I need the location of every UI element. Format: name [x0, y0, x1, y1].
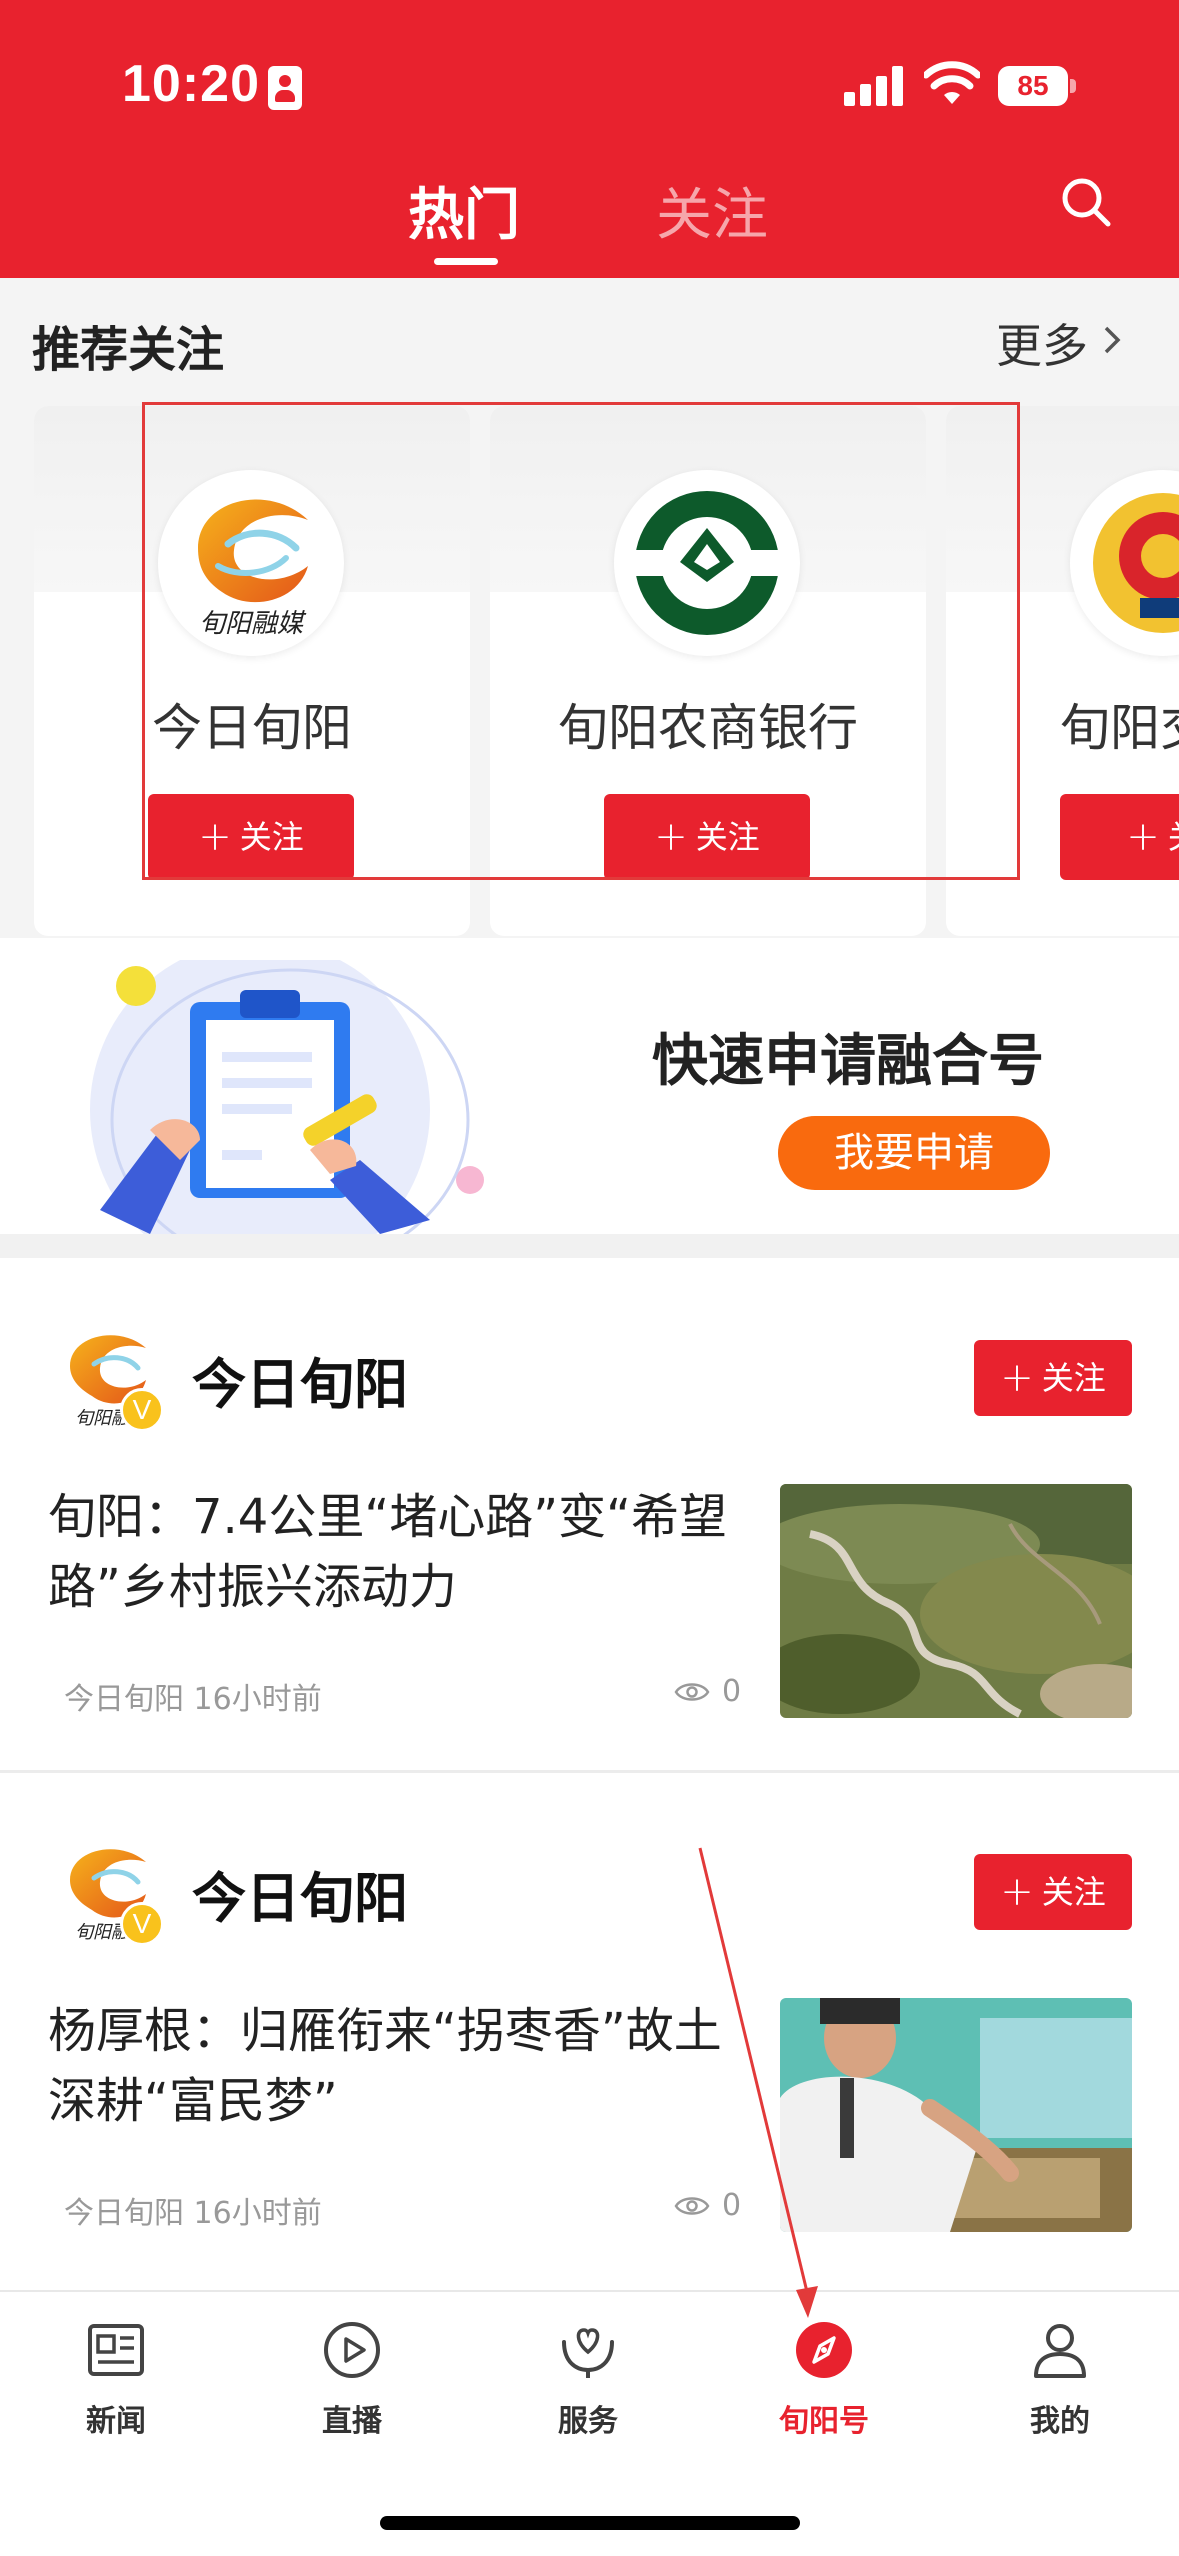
author-name[interactable]: 今日旬阳 — [192, 1854, 408, 1933]
tab-mine[interactable]: 我的 — [980, 2318, 1140, 2440]
article-thumbnail[interactable] — [780, 1484, 1132, 1718]
battery-level: 85 — [998, 66, 1068, 106]
wifi-icon — [924, 61, 980, 104]
recommend-title: 推荐关注 — [32, 322, 225, 378]
compass-icon — [796, 2322, 852, 2378]
article-title[interactable]: 旬阳：7.4公里“堵心路”变“希望路”乡村振兴添动力 — [48, 1482, 748, 1622]
tab-label: 服务 — [558, 2404, 618, 2439]
annotation-highlight-box — [142, 402, 1020, 880]
account-name: 旬阳交 — [1060, 699, 1179, 757]
verified-badge: V — [120, 1388, 164, 1432]
status-time: 10:20 — [122, 55, 260, 113]
clipboard-illustration — [90, 960, 484, 1234]
follow-button[interactable]: + 关注 — [974, 1340, 1132, 1416]
article-thumbnail[interactable] — [780, 1998, 1132, 2232]
newspaper-icon — [88, 2324, 144, 2376]
tab-news[interactable]: 新闻 — [36, 2318, 196, 2440]
tab-label: 旬阳号 — [779, 2404, 869, 2439]
apply-banner[interactable] — [0, 960, 1179, 1234]
banner-title: 快速申请融合号 — [652, 1029, 1044, 1094]
id-card-icon — [268, 66, 302, 110]
tab-hot[interactable]: 热门 — [408, 170, 520, 251]
article-meta: 今日旬阳 16小时前 — [64, 1682, 322, 1717]
person-icon — [1034, 2324, 1086, 2378]
play-icon — [324, 2322, 380, 2378]
tab-follow[interactable]: 关注 — [656, 170, 768, 251]
chevron-right-icon[interactable] — [1100, 322, 1126, 358]
header-bar — [0, 0, 1179, 278]
active-tab-indicator — [434, 258, 498, 265]
search-icon[interactable] — [1058, 174, 1114, 230]
tab-service[interactable]: 服务 — [508, 2318, 668, 2440]
tab-label: 直播 — [322, 2404, 382, 2439]
page: 10:20 85 热门 关注 推荐关注 更多 旬阳融媒 今日旬阳 + 关注 旬阳… — [0, 0, 1179, 2556]
verified-badge: V — [120, 1902, 164, 1946]
cellular-signal-icon — [844, 66, 904, 106]
eye-icon — [674, 2197, 710, 2215]
plus-icon: + — [1000, 1869, 1034, 1915]
service-heart-icon — [562, 2328, 614, 2378]
view-count: 0 — [722, 1674, 742, 1709]
author-name[interactable]: 今日旬阳 — [192, 1340, 408, 1419]
eye-icon — [674, 1683, 710, 1701]
more-link[interactable]: 更多 — [996, 310, 1088, 376]
article-title[interactable]: 杨厚根：归雁衔来“拐枣香”故土深耕“富民梦” — [48, 1996, 748, 2136]
tab-xunyanghao[interactable]: 旬阳号 — [744, 2318, 904, 2440]
apply-button[interactable]: 我要申请 — [778, 1116, 1050, 1190]
tab-live[interactable]: 直播 — [272, 2318, 432, 2440]
plus-icon: + — [1126, 814, 1160, 860]
follow-button[interactable]: + 关注 — [974, 1854, 1132, 1930]
home-indicator — [380, 2516, 800, 2530]
tab-label: 我的 — [1030, 2404, 1090, 2439]
battery-icon: 85 — [998, 66, 1076, 106]
article-meta: 今日旬阳 16小时前 — [64, 2196, 322, 2231]
tab-label: 新闻 — [86, 2404, 146, 2439]
plus-icon: + — [1000, 1355, 1034, 1401]
view-count: 0 — [722, 2188, 742, 2223]
follow-button[interactable]: +关 — [1060, 794, 1179, 880]
